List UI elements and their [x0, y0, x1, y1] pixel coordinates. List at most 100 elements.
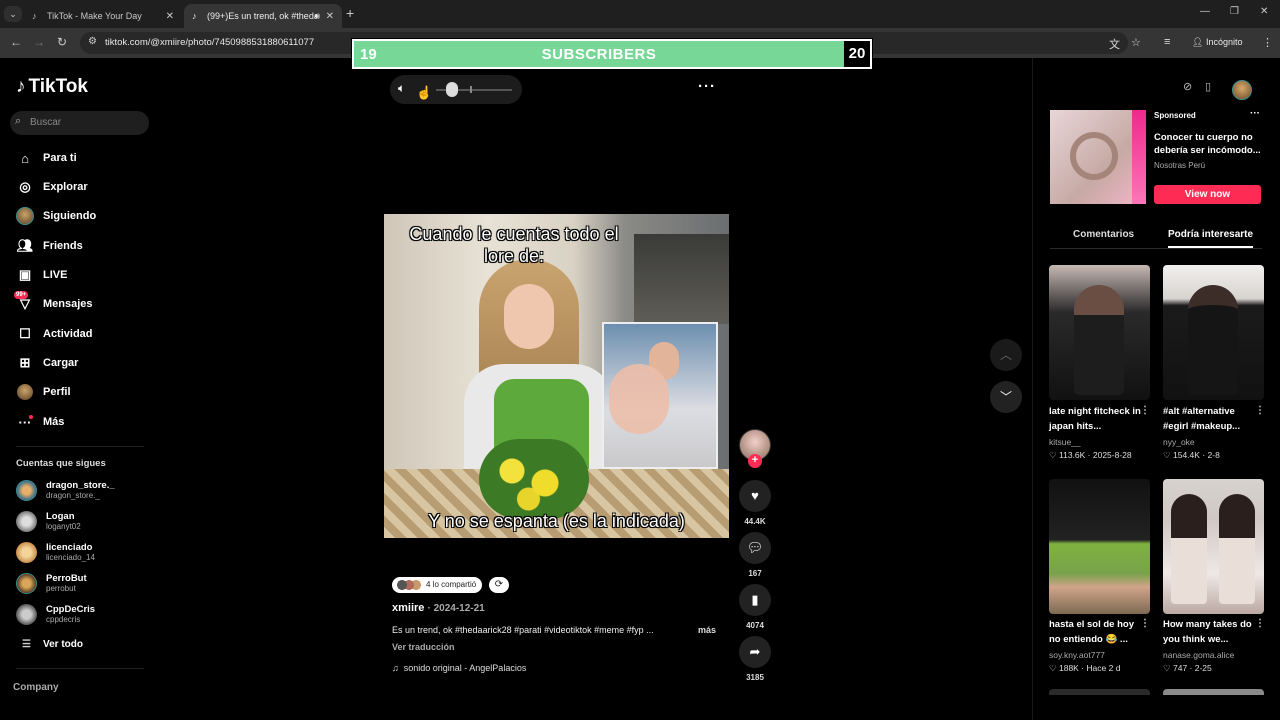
suggested-video-thumbnail[interactable] [1049, 689, 1150, 695]
search-input[interactable]: ⌕ Buscar [10, 111, 149, 135]
share-button[interactable]: ➦ 3185 [739, 636, 771, 682]
close-window-icon[interactable]: ✕ [1260, 6, 1268, 17]
card-more-icon[interactable]: ⋮ [1140, 405, 1150, 416]
company-link[interactable]: Company [13, 682, 59, 693]
suggested-video-user[interactable]: nanase.goma.alice [1163, 650, 1234, 660]
follow-plus-icon[interactable]: + [748, 454, 762, 468]
new-tab-button[interactable]: + [346, 5, 354, 21]
activity-icon: ☐ [19, 326, 31, 341]
sidebar-item-actividad[interactable]: ☐ Actividad [16, 324, 93, 344]
card-more-icon[interactable]: ⋮ [1255, 618, 1265, 629]
tiktok-logo[interactable]: ♪ TikTok [16, 76, 88, 98]
comment-button[interactable]: 💬︎ 167 [739, 532, 771, 578]
message-count-badge: 99+ [14, 291, 29, 299]
home-icon: ⌂ [21, 150, 29, 166]
sidebar-item-live[interactable]: ▣ LIVE [16, 265, 68, 285]
translate-icon[interactable]: ⽂ [1109, 36, 1120, 52]
chevron-up-icon: ︿ [999, 348, 1012, 362]
save-button[interactable]: ▮ 4074 [739, 584, 771, 630]
close-tab-icon[interactable]: ✕ [166, 11, 174, 22]
minimize-icon[interactable]: — [1200, 6, 1210, 17]
subscriber-bar-title: SUBSCRIBERS [541, 46, 657, 63]
avatar [16, 480, 37, 501]
browser-menu-icon[interactable]: ⋮ [1262, 36, 1273, 49]
reload-icon[interactable]: ↻ [57, 35, 67, 49]
suggested-video-thumbnail[interactable] [1163, 265, 1264, 400]
sidebar-item-perfil[interactable]: Perfil [16, 382, 71, 402]
previous-post-button[interactable]: ︿ [990, 339, 1022, 371]
forward-icon[interactable]: → [33, 35, 45, 49]
sound-link[interactable]: ♫ sonido original - AngelPalacios [392, 663, 531, 673]
heart-icon: ♥ [739, 480, 771, 512]
suggested-video-title[interactable]: late night fitcheck in japan hits... [1049, 404, 1141, 434]
sidebar-item-label: Perfil [43, 386, 71, 398]
suggested-video-user[interactable]: kitsue__ [1049, 437, 1081, 447]
tab-suggested[interactable]: Podría interesarte [1168, 229, 1253, 240]
volume-control[interactable]: 🔈︎ [390, 75, 522, 104]
see-all-link[interactable]: ☰ Ver todo [22, 639, 83, 650]
media-control-icon[interactable]: ≡ [1164, 36, 1170, 48]
suggested-video-thumbnail[interactable] [1049, 479, 1150, 614]
compass-icon[interactable]: ⊘ [1183, 80, 1192, 93]
more-options-icon[interactable]: ··· [698, 78, 716, 95]
suggested-video-user[interactable]: soy.kny.aot777 [1049, 650, 1105, 660]
suggested-video-title[interactable]: How many takes do you think we... [1163, 617, 1255, 647]
suggested-video-title[interactable]: #alt #alternative #egirl #makeup... [1163, 404, 1255, 434]
ad-more-icon[interactable]: ··· [1250, 108, 1260, 119]
sidebar-item-mensajes[interactable]: ▽ 99+ Mensajes [14, 291, 93, 314]
tab-comments[interactable]: Comentarios [1073, 229, 1134, 240]
following-handle: licenciado_14 [46, 553, 95, 562]
bookmark-star-icon[interactable]: ☆ [1131, 36, 1141, 49]
post-author[interactable]: xmiire · 2024-12-21 [392, 602, 485, 614]
sponsored-label: Sponsored [1154, 111, 1196, 120]
ad-title[interactable]: Conocer tu cuerpo no debería ser incómod… [1154, 131, 1262, 157]
suggested-video-stats: ♡ 113.6K · 2025-8-28 [1049, 450, 1132, 460]
suggested-video-thumbnail[interactable] [1163, 479, 1264, 614]
tab-search-button[interactable]: ⌄ [4, 6, 22, 22]
volume-icon[interactable]: 🔈︎ [398, 81, 405, 96]
post-photo[interactable]: Cuando le cuentas todo el lore de: Y no … [384, 214, 729, 538]
suggested-video-title[interactable]: hasta el sol de hoy no entiendo 😂 ... [1049, 617, 1141, 647]
shared-by-chip[interactable]: 4 lo compartió [392, 577, 483, 593]
back-icon[interactable]: ← [10, 35, 22, 49]
sidebar-item-para-ti[interactable]: ⌂ Para ti [16, 148, 77, 168]
following-section-title: Cuentas que sigues [16, 458, 106, 469]
card-more-icon[interactable]: ⋮ [1255, 405, 1265, 416]
speaker-icon: 🔊︎ [314, 10, 320, 21]
sidebar-item-label: Mensajes [43, 298, 93, 310]
sidebar-item-cargar[interactable]: ⊞ Cargar [16, 353, 79, 373]
view-now-button[interactable]: View now [1154, 185, 1261, 204]
post-username[interactable]: xmiire [392, 602, 424, 614]
site-info-icon[interactable]: ⚙ [88, 36, 97, 47]
repost-icon[interactable]: ⟳ [489, 577, 509, 593]
ad-image[interactable] [1050, 110, 1146, 204]
volume-tick [470, 86, 472, 93]
next-post-button[interactable]: ﹀ [990, 381, 1022, 413]
url-text[interactable]: tiktok.com/@xmiire/photo/745098853188061… [105, 37, 314, 48]
sidebar-item-friends[interactable]: 👥︎ Friends [16, 236, 83, 256]
card-more-icon[interactable]: ⋮ [1140, 618, 1150, 629]
sidebar-item-siguiendo[interactable]: Siguiendo [16, 206, 96, 226]
heart-outline-icon: ♡ [1163, 663, 1171, 673]
volume-slider-knob[interactable] [446, 82, 458, 97]
restore-icon[interactable]: ❐ [1230, 6, 1239, 17]
photo-caption-top: Cuando le cuentas todo el lore de: [409, 224, 619, 266]
suggested-video-date: 2-8 [1207, 450, 1220, 460]
sidebar-item-explorar[interactable]: ◎ Explorar [16, 177, 87, 197]
browser-tab-1[interactable]: ♪ TikTok - Make Your Day ✕ [24, 4, 182, 28]
see-more-link[interactable]: más [698, 625, 716, 635]
avatar[interactable] [1232, 80, 1252, 100]
suggested-video-user[interactable]: nyy_oke [1163, 437, 1195, 447]
browser-tab-2[interactable]: ♪ (99+)Es un trend, ok #thedaarick28 🔊︎ … [184, 4, 342, 28]
ad-brand: Nosotras Perú [1154, 161, 1206, 170]
avatar [16, 573, 37, 594]
suggested-video-thumbnail[interactable] [1049, 265, 1150, 400]
suggested-video-thumbnail[interactable] [1163, 689, 1264, 695]
translate-link[interactable]: Ver traducción [392, 642, 455, 652]
incognito-indicator[interactable]: 👤︎ Incógnito [1192, 37, 1242, 48]
close-tab-icon[interactable]: ✕ [326, 11, 334, 22]
device-icon[interactable]: ▯ [1205, 80, 1211, 93]
like-button[interactable]: ♥ 44.4K [739, 480, 771, 526]
sidebar-item-mas[interactable]: ··· Más [16, 412, 64, 432]
sidebar-item-label: Actividad [43, 328, 93, 340]
